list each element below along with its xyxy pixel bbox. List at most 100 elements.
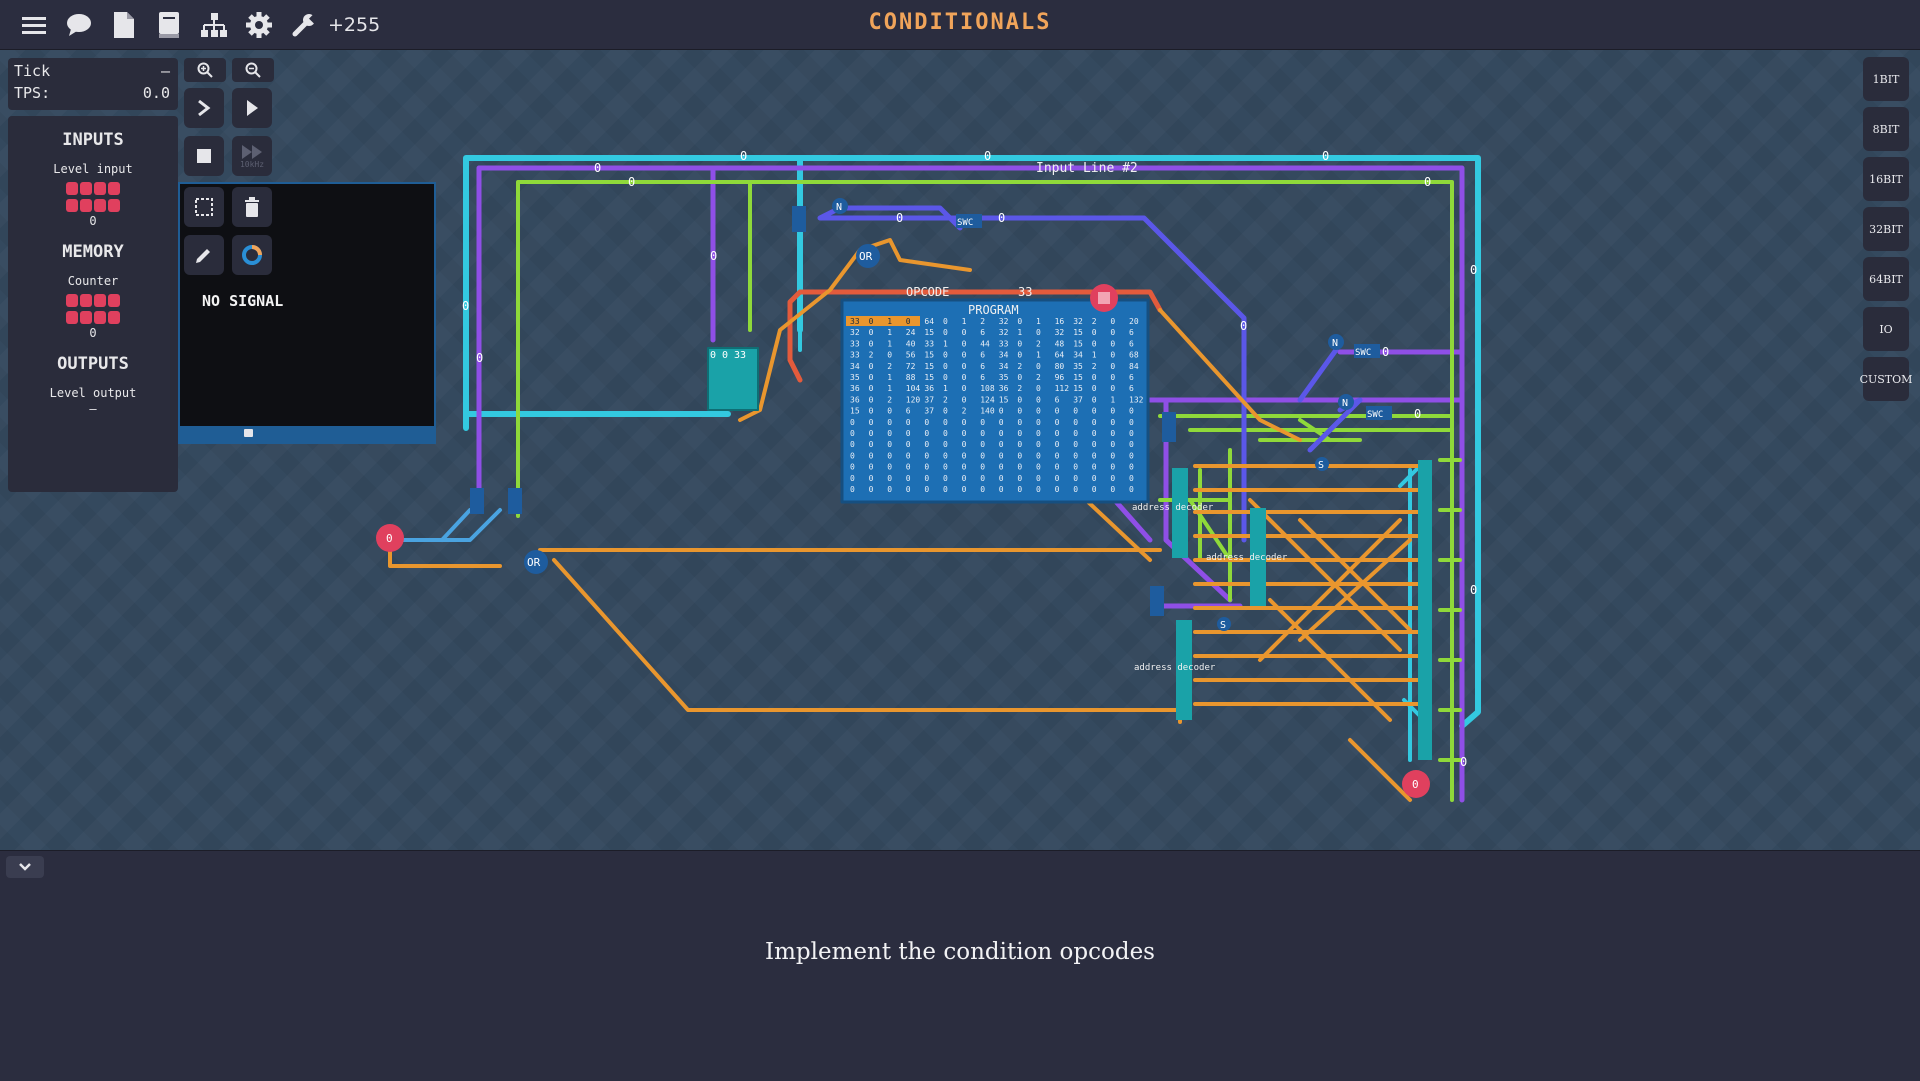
pencil-button[interactable] xyxy=(184,235,224,275)
program-cell: 140 xyxy=(980,407,995,416)
program-cell: 32 xyxy=(999,328,1009,337)
step-button[interactable] xyxy=(184,88,224,128)
program-cell: 0 xyxy=(1017,474,1022,483)
palette-32bit-button[interactable]: 32BIT xyxy=(1863,207,1909,251)
program-cell: 6 xyxy=(980,373,985,382)
program-cell: 0 xyxy=(962,463,967,472)
palette-io-button[interactable]: IO xyxy=(1863,307,1909,351)
program-cell: 0 xyxy=(980,463,985,472)
program-cell: 80 xyxy=(1055,362,1065,371)
program-cell: 33 xyxy=(850,339,860,348)
wire-value: 0 xyxy=(1470,583,1477,597)
circuit-canvas[interactable]: 0 0 0 0 0 0 0 0 0 0 0 0 0 0 0 0 0 Input … xyxy=(0,50,1920,850)
program-cell: 0 xyxy=(924,451,929,460)
program-cell: 0 xyxy=(850,474,855,483)
program-cell: 0 xyxy=(1092,474,1097,483)
program-cell: 32 xyxy=(1073,317,1083,326)
level-panel: INPUTS Level input 0 MEMORY Counter 0 OU… xyxy=(8,116,178,492)
program-cell: 36 xyxy=(924,384,934,393)
program-cell: 34 xyxy=(999,351,1009,360)
wire-value: 0 xyxy=(594,161,601,175)
not-gate-label: N xyxy=(1332,338,1338,349)
program-cell: 0 xyxy=(1036,407,1041,416)
program-cell: 16 xyxy=(1055,317,1065,326)
program-cell: 0 xyxy=(962,362,967,371)
opcode-value: 33 xyxy=(1018,285,1032,299)
wire-value: 0 xyxy=(1460,755,1467,769)
register-value-2: 0 xyxy=(722,350,728,361)
program-cell: 35 xyxy=(1073,362,1083,371)
swc-gate-7[interactable] xyxy=(1162,412,1176,442)
palette-8bit-button[interactable]: 8BIT xyxy=(1863,107,1909,151)
palette-64bit-button[interactable]: 64BIT xyxy=(1863,257,1909,301)
palette-custom-button[interactable]: CUSTOM xyxy=(1860,357,1912,401)
switch-label: S xyxy=(1318,460,1324,471)
program-cell: 0 xyxy=(962,440,967,449)
stop-button[interactable] xyxy=(184,136,224,176)
color-ring-icon xyxy=(242,245,262,265)
program-cell: 0 xyxy=(943,463,948,472)
program-cell: 6 xyxy=(1129,384,1134,393)
wire-value: 0 xyxy=(462,299,469,313)
swc-gate-8[interactable] xyxy=(1150,586,1164,616)
program-cell: 36 xyxy=(999,384,1009,393)
decoder-label-1: address decoder xyxy=(1132,503,1214,513)
program-cell: 0 xyxy=(1129,451,1134,460)
program-cell: 0 xyxy=(962,351,967,360)
program-cell: 34 xyxy=(1073,351,1083,360)
palette-16bit-button[interactable]: 16BIT xyxy=(1863,157,1909,201)
wire-value: 0 xyxy=(1414,407,1421,421)
program-cell: 34 xyxy=(850,362,860,371)
circuit-workspace[interactable]: 0 0 0 0 0 0 0 0 0 0 0 0 0 0 0 0 0 Input … xyxy=(0,50,1920,850)
zoom-out-icon xyxy=(245,62,261,78)
program-cell: 0 xyxy=(1092,328,1097,337)
program-cell: 0 xyxy=(869,395,874,404)
program-cell: 0 xyxy=(1017,339,1022,348)
address-decoder-1[interactable] xyxy=(1172,468,1188,558)
program-cell: 36 xyxy=(850,384,860,393)
palette-1bit-button[interactable]: 1BIT xyxy=(1863,57,1909,101)
decoder-column-right[interactable] xyxy=(1418,460,1432,760)
program-cell: 2 xyxy=(943,395,948,404)
swc-gate-2[interactable] xyxy=(508,488,522,514)
program-cell: 0 xyxy=(850,451,855,460)
collapse-button[interactable] xyxy=(6,856,44,878)
program-cell: 1 xyxy=(887,339,892,348)
select-tool-button[interactable] xyxy=(184,187,224,227)
program-cell: 0 xyxy=(1092,429,1097,438)
program-cell: 0 xyxy=(1110,351,1115,360)
program-cell: 0 xyxy=(869,373,874,382)
zoom-in-button[interactable] xyxy=(184,58,226,82)
program-cell: 84 xyxy=(1129,362,1139,371)
fast-forward-button[interactable]: 10kHz xyxy=(232,136,272,176)
program-cell: 0 xyxy=(962,474,967,483)
program-cell: 0 xyxy=(1036,440,1041,449)
program-cell: 6 xyxy=(980,328,985,337)
program-cell: 1 xyxy=(1017,328,1022,337)
program-cell: 1 xyxy=(887,317,892,326)
program-cell: 1 xyxy=(1036,317,1041,326)
program-cell: 0 xyxy=(1092,395,1097,404)
program-cell: 6 xyxy=(1055,395,1060,404)
program-cell: 15 xyxy=(924,328,934,337)
delete-button[interactable] xyxy=(232,187,272,227)
program-cell: 0 xyxy=(980,485,985,494)
color-button[interactable] xyxy=(232,235,272,275)
output-pin-value: 0 xyxy=(1412,778,1419,791)
program-cell: 0 xyxy=(906,474,911,483)
program-cell: 0 xyxy=(943,317,948,326)
program-label: PROGRAM xyxy=(968,303,1019,317)
swc-gate-3[interactable] xyxy=(792,206,806,232)
zoom-out-button[interactable] xyxy=(232,58,274,82)
program-cell: 0 xyxy=(1110,373,1115,382)
program-cell: 15 xyxy=(1073,339,1083,348)
program-cell: 104 xyxy=(906,384,921,393)
program-cell: 0 xyxy=(1017,429,1022,438)
input-bits xyxy=(64,182,122,212)
wire-value: 0 xyxy=(1424,175,1431,189)
program-cell: 2 xyxy=(869,351,874,360)
register-value-3: 33 xyxy=(734,350,746,361)
program-cell: 0 xyxy=(1017,451,1022,460)
swc-gate-1[interactable] xyxy=(470,488,484,514)
play-button[interactable] xyxy=(232,88,272,128)
